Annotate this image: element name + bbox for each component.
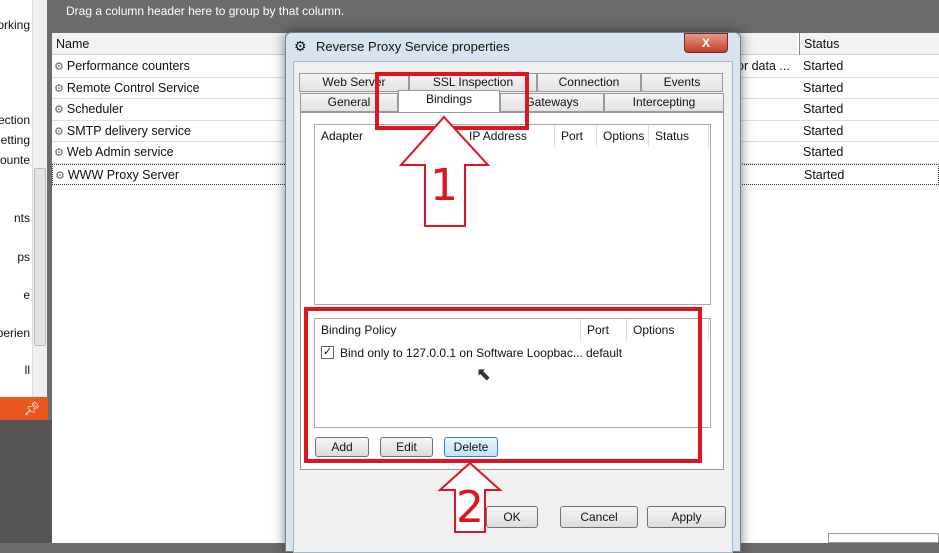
- tab-bindings[interactable]: Bindings: [398, 90, 500, 112]
- annotation-arrows: [398, 115, 503, 533]
- tooltip: [828, 533, 939, 543]
- step-2-label: 2: [456, 482, 484, 533]
- step-1-label: 1: [430, 160, 458, 211]
